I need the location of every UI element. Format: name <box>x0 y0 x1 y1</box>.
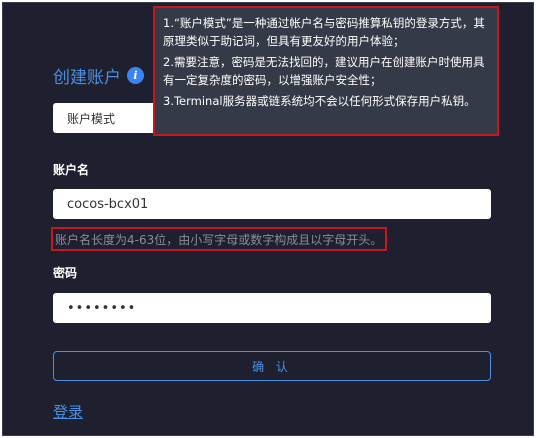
info-icon[interactable]: i <box>127 67 144 84</box>
confirm-button[interactable]: 确 认 <box>53 351 491 381</box>
tooltip-line-1: 1.“账户模式”是一种通过帐户名与密码推算私钥的登录方式，其原理类似于助记词，但… <box>163 16 485 48</box>
account-mode-selected-value: 账户模式 <box>67 111 116 126</box>
tooltip-line-3: 3.Terminal服务器或链系统均不会以任何形式保存用户私钥。 <box>163 94 476 108</box>
title-row: 创建账户 i <box>53 63 144 88</box>
account-name-label: 账户名 <box>53 163 90 177</box>
account-mode-tooltip: 1.“账户模式”是一种通过帐户名与密码推算私钥的登录方式，其原理类似于助记词，但… <box>153 6 499 136</box>
account-name-input[interactable] <box>53 189 491 219</box>
account-mode-select[interactable]: 账户模式 <box>53 103 163 133</box>
tooltip-line-2: 2.需要注意，密码是无法找回的，建议用户在创建账户时使用具有一定复杂度的密码，以… <box>163 55 485 87</box>
account-name-hint-box: 账户名长度为4-63位，由小写字母或数字构成且以字母开头。 <box>51 227 387 251</box>
login-link[interactable]: 登录 <box>53 401 83 422</box>
password-label: 密码 <box>53 266 78 280</box>
account-name-hint: 账户名长度为4-63位，由小写字母或数字构成且以字母开头。 <box>55 232 383 247</box>
page-title: 创建账户 <box>53 68 121 88</box>
password-input[interactable] <box>53 293 491 323</box>
